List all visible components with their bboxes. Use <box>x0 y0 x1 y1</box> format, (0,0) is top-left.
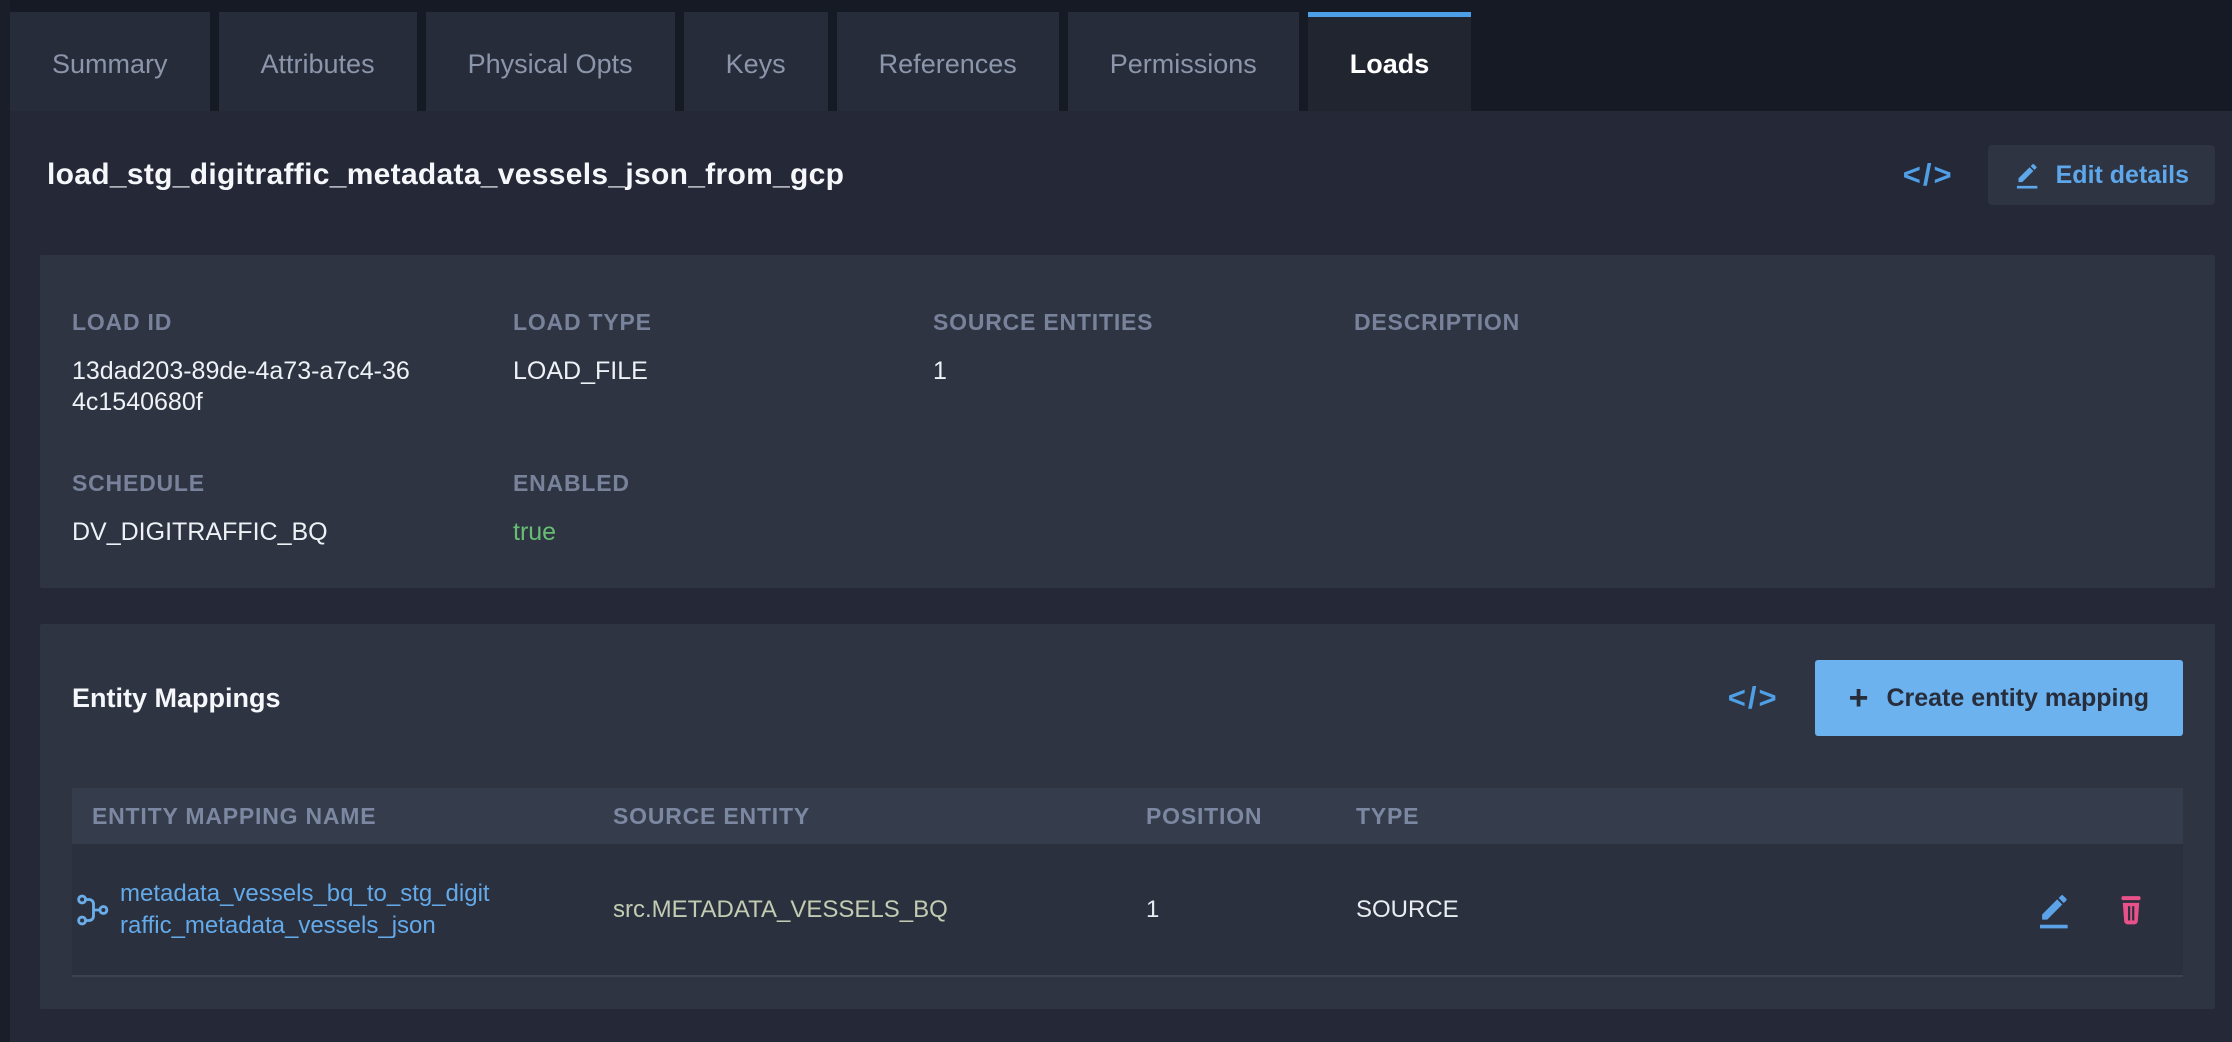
field-enabled: ENABLED true <box>513 470 933 548</box>
app-root: Summary Attributes Physical Opts Keys Re… <box>10 0 2232 1042</box>
entity-mappings-title: Entity Mappings <box>72 683 281 714</box>
header-actions: </> Edit details <box>1903 145 2215 205</box>
field-load-type: LOAD TYPE LOAD_FILE <box>513 309 933 418</box>
pencil-icon <box>2014 161 2042 189</box>
column-position: POSITION <box>1146 803 1356 830</box>
entity-mappings-table: ENTITY MAPPING NAME SOURCE ENTITY POSITI… <box>72 788 2183 977</box>
entity-mapping-name-cell: metadata_vessels_bq_to_stg_digitraffic_m… <box>72 878 613 942</box>
position-cell: 1 <box>1146 896 1356 924</box>
entity-mapping-icon <box>74 892 110 928</box>
tab-attributes[interactable]: Attributes <box>219 12 417 111</box>
load-type-label: LOAD TYPE <box>513 309 933 336</box>
plus-icon: + <box>1849 681 1869 715</box>
tab-loads[interactable]: Loads <box>1308 12 1472 111</box>
load-details-grid: LOAD ID 13dad203-89de-4a73-a7c4-364c1540… <box>72 309 2183 548</box>
entity-mappings-actions: </> + Create entity mapping <box>1728 660 2183 736</box>
load-id-value: 13dad203-89de-4a73-a7c4-364c1540680f <box>72 356 417 418</box>
edit-details-label: Edit details <box>2056 161 2189 190</box>
page-header: load_stg_digitraffic_metadata_vessels_js… <box>47 139 2215 211</box>
tab-permissions[interactable]: Permissions <box>1068 12 1299 111</box>
enabled-label: ENABLED <box>513 470 933 497</box>
tab-references[interactable]: References <box>837 12 1059 111</box>
source-entities-label: SOURCE ENTITIES <box>933 309 1354 336</box>
load-id-label: LOAD ID <box>72 309 513 336</box>
enabled-value: true <box>513 517 933 548</box>
field-source-entities: SOURCE ENTITIES 1 <box>933 309 1354 418</box>
column-source-entity: SOURCE ENTITY <box>613 803 1146 830</box>
load-details-card: LOAD ID 13dad203-89de-4a73-a7c4-364c1540… <box>40 255 2215 588</box>
column-type: TYPE <box>1356 803 2003 830</box>
edit-details-button[interactable]: Edit details <box>1988 145 2215 205</box>
pencil-icon <box>2036 891 2074 929</box>
tab-bar: Summary Attributes Physical Opts Keys Re… <box>10 0 2232 111</box>
code-view-icon[interactable]: </> <box>1728 680 1779 716</box>
tab-physical-opts[interactable]: Physical Opts <box>426 12 675 111</box>
row-actions <box>2003 891 2183 929</box>
column-entity-mapping-name: ENTITY MAPPING NAME <box>72 803 613 830</box>
source-entities-value: 1 <box>933 356 1354 387</box>
entity-mappings-card: Entity Mappings </> + Create entity mapp… <box>40 624 2215 1009</box>
field-load-id: LOAD ID 13dad203-89de-4a73-a7c4-364c1540… <box>72 309 513 418</box>
type-cell: SOURCE <box>1356 896 2003 924</box>
create-entity-mapping-button[interactable]: + Create entity mapping <box>1815 660 2183 736</box>
source-entity-cell: src.METADATA_VESSELS_BQ <box>613 896 1146 924</box>
field-schedule: SCHEDULE DV_DIGITRAFFIC_BQ <box>72 470 513 548</box>
schedule-label: SCHEDULE <box>72 470 513 497</box>
create-entity-mapping-label: Create entity mapping <box>1886 684 2149 713</box>
field-description: DESCRIPTION <box>1354 309 2183 418</box>
page-title: load_stg_digitraffic_metadata_vessels_js… <box>47 158 1903 192</box>
entity-mapping-link[interactable]: metadata_vessels_bq_to_stg_digitraffic_m… <box>120 878 492 942</box>
table-header-row: ENTITY MAPPING NAME SOURCE ENTITY POSITI… <box>72 788 2183 844</box>
code-view-icon[interactable]: </> <box>1903 157 1954 193</box>
entity-mappings-header: Entity Mappings </> + Create entity mapp… <box>72 660 2183 736</box>
trash-icon <box>2112 891 2150 929</box>
description-label: DESCRIPTION <box>1354 309 2183 336</box>
schedule-value: DV_DIGITRAFFIC_BQ <box>72 517 513 548</box>
tab-summary[interactable]: Summary <box>10 12 210 111</box>
load-type-value: LOAD_FILE <box>513 356 933 387</box>
table-row: metadata_vessels_bq_to_stg_digitraffic_m… <box>72 844 2183 977</box>
delete-mapping-button[interactable] <box>2112 891 2150 929</box>
edit-mapping-button[interactable] <box>2036 891 2074 929</box>
tab-keys[interactable]: Keys <box>684 12 828 111</box>
